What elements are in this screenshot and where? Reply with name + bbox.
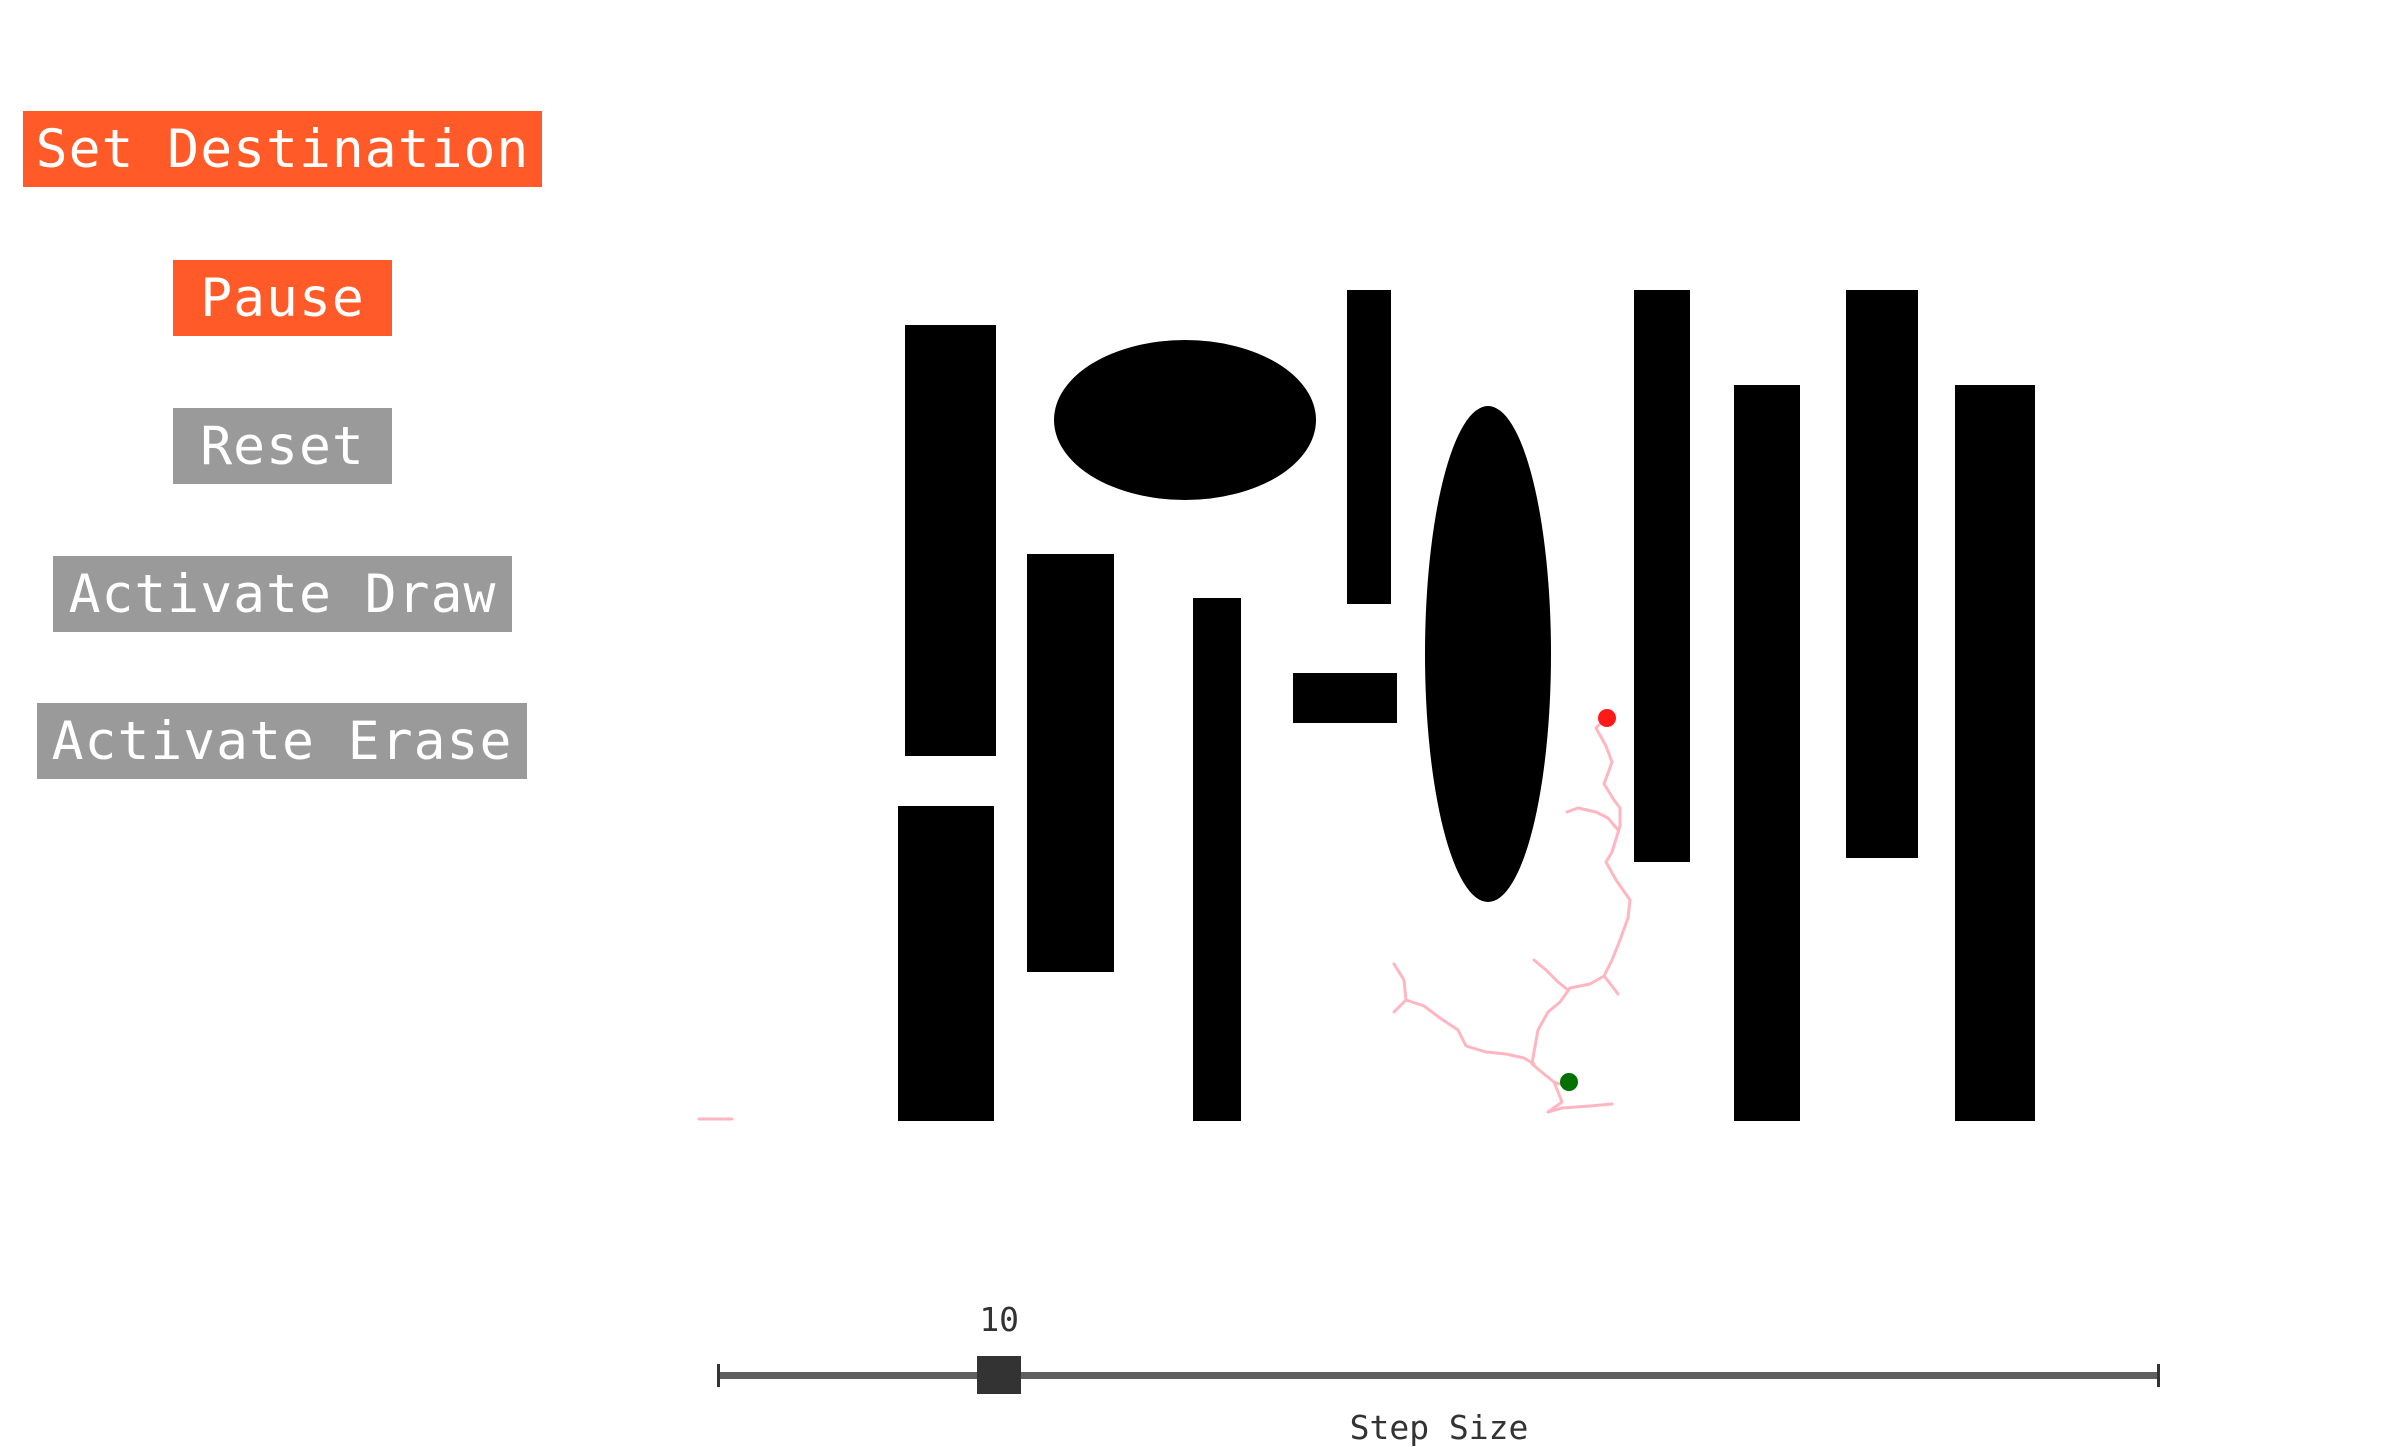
slider-value: 10	[979, 1300, 1020, 1339]
destination-marker	[1598, 709, 1616, 727]
slider-track[interactable]	[718, 1372, 2160, 1379]
slider-end-tick	[2157, 1364, 2160, 1387]
obstacle	[1955, 385, 2035, 1121]
obstacle	[1054, 340, 1316, 500]
activate-draw-button[interactable]: Activate Draw	[53, 556, 512, 632]
obstacle	[898, 806, 994, 1121]
set-destination-button[interactable]: Set Destination	[23, 111, 542, 187]
obstacle	[1425, 406, 1551, 902]
slider-end-tick	[717, 1364, 720, 1387]
activate-erase-button[interactable]: Activate Erase	[37, 703, 527, 779]
slider-label: Step Size	[1349, 1408, 1529, 1447]
pause-button[interactable]: Pause	[173, 260, 392, 336]
obstacles	[898, 290, 2035, 1121]
step-size-slider[interactable]: 10 Step Size	[712, 1300, 2166, 1447]
start-marker	[1560, 1073, 1578, 1091]
obstacle	[1293, 673, 1397, 723]
slider-thumb[interactable]	[977, 1356, 1022, 1394]
obstacle	[905, 325, 996, 756]
obstacle	[1734, 385, 1800, 1121]
obstacle	[1846, 290, 1918, 858]
reset-button[interactable]: Reset	[173, 408, 392, 484]
obstacle	[1193, 598, 1241, 1121]
obstacle	[1027, 554, 1114, 972]
obstacle	[1634, 290, 1690, 862]
obstacle	[1347, 290, 1391, 604]
